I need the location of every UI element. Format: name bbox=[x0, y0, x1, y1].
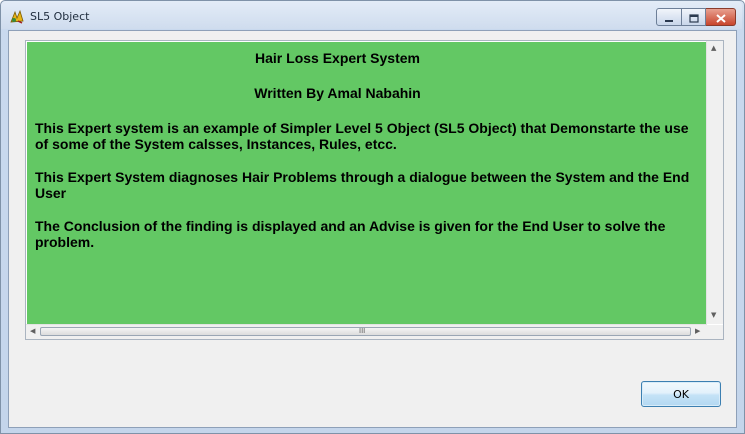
close-button[interactable] bbox=[706, 8, 736, 26]
scroll-left-arrow-icon[interactable]: ◀ bbox=[30, 327, 35, 335]
scroll-corner bbox=[707, 325, 723, 339]
horizontal-scrollbar[interactable]: ◀ III ▶ bbox=[26, 324, 707, 339]
content-panel: Hair Loss Expert System Written By Amal … bbox=[27, 42, 707, 324]
maximize-button[interactable] bbox=[682, 8, 706, 26]
ok-button[interactable]: OK bbox=[641, 381, 721, 407]
scroll-down-arrow-icon[interactable]: ▼ bbox=[711, 311, 716, 319]
dialog-client-area: Hair Loss Expert System Written By Amal … bbox=[8, 30, 737, 428]
window-title: SL5 Object bbox=[30, 10, 90, 23]
caption-buttons bbox=[656, 8, 736, 26]
text-viewer: Hair Loss Expert System Written By Amal … bbox=[25, 40, 724, 340]
vertical-scrollbar[interactable]: ▲ ▼ bbox=[706, 41, 723, 324]
content-title: Hair Loss Expert System bbox=[255, 50, 420, 66]
content-paragraph: This Expert System diagnoses Hair Proble… bbox=[35, 169, 690, 201]
title-bar[interactable]: SL5 Object bbox=[1, 1, 742, 29]
scroll-up-arrow-icon[interactable]: ▲ bbox=[711, 44, 716, 52]
sl5-object-window: SL5 Object Hair Loss Expert System Writt… bbox=[0, 0, 745, 434]
content-paragraph: The Conclusion of the finding is display… bbox=[35, 218, 666, 250]
content-text: Hair Loss Expert System Written By Amal … bbox=[35, 49, 700, 250]
content-author: Written By Amal Nabahin bbox=[254, 85, 421, 101]
sl5-app-icon bbox=[9, 9, 25, 25]
scroll-grip-icon: III bbox=[359, 327, 366, 335]
content-paragraph: This Expert system is an example of Simp… bbox=[35, 120, 689, 152]
scroll-right-arrow-icon[interactable]: ▶ bbox=[695, 327, 700, 335]
horizontal-scroll-thumb[interactable]: III bbox=[40, 327, 691, 336]
close-icon bbox=[715, 8, 726, 27]
minimize-icon bbox=[664, 8, 674, 27]
maximize-icon bbox=[688, 8, 699, 27]
minimize-button[interactable] bbox=[656, 8, 682, 26]
